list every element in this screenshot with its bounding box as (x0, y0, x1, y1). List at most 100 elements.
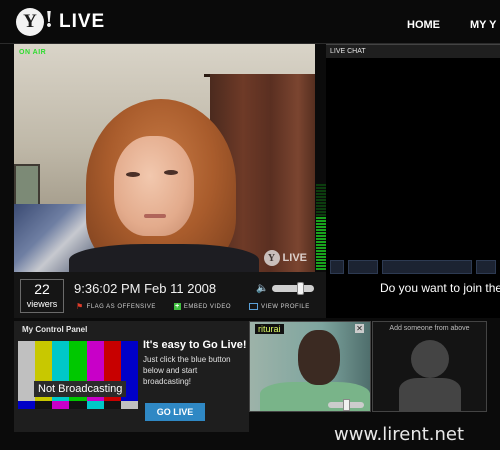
meter-segment (316, 205, 326, 207)
top-nav: HOME MY Y (407, 19, 500, 31)
speaker-icon[interactable]: 🔈 (256, 283, 268, 294)
viewer-label: viewers (26, 299, 58, 309)
live-chat-panel: LIVE CHAT Do you want to join the (326, 44, 500, 318)
guest-head (298, 330, 340, 385)
broadcast-video[interactable]: ON AIR Y LIVE (14, 44, 315, 272)
control-panel-title: My Control Panel (22, 325, 88, 334)
meter-segment (316, 238, 326, 240)
flag-offensive-link[interactable]: ⚑ FLAG AS OFFENSIVE (76, 302, 156, 311)
meter-segment (316, 232, 326, 234)
view-profile-link[interactable]: VIEW PROFILE (249, 302, 310, 311)
broadcast-timestamp: 9:36:02 PM Feb 11 2008 (74, 281, 217, 296)
meter-segment (316, 211, 326, 213)
color-bar-mid-4 (86, 401, 104, 409)
embed-video-link[interactable]: + EMBED VIDEO (173, 302, 232, 311)
color-bar-mid-2 (52, 401, 70, 409)
watermark-logo-icon: Y (263, 250, 280, 266)
meter-segment (316, 247, 326, 249)
eye-left (126, 172, 140, 177)
meter-segment (316, 199, 326, 201)
volume-slider[interactable] (272, 282, 315, 295)
mouth (144, 214, 166, 218)
guest-video[interactable]: riturai (249, 321, 371, 412)
color-bars-preview: Not Broadcasting (18, 341, 138, 429)
go-live-button[interactable]: GO LIVE (145, 403, 205, 421)
meter-segment (316, 190, 326, 192)
color-bar-mid-6 (120, 401, 138, 409)
volume-control[interactable]: 🔈 (256, 282, 315, 295)
meter-segment (316, 250, 326, 252)
meter-segment (316, 208, 326, 210)
logo-mark: Y (16, 8, 44, 36)
add-guest-label: Add someone from above (389, 325, 470, 332)
meter-segment (316, 193, 326, 195)
site-watermark: www.lirent.net (334, 424, 465, 445)
silhouette-head (411, 340, 449, 378)
meter-segment (316, 229, 326, 231)
chat-size-select[interactable] (348, 260, 378, 274)
meter-segment (316, 265, 326, 267)
meter-segment (316, 244, 326, 246)
color-bar-mid-0 (18, 401, 36, 409)
flag-icon: ⚑ (76, 302, 84, 311)
close-icon[interactable]: ✕ (355, 324, 364, 333)
video-watermark: Y LIVE (263, 250, 307, 266)
silhouette-body (399, 378, 461, 411)
meter-segment (316, 184, 326, 186)
footer-bar (0, 432, 249, 450)
meter-segment (316, 241, 326, 243)
logo-text: LIVE (59, 11, 106, 32)
on-air-label: ON AIR (19, 49, 47, 56)
yahoo-live-logo[interactable]: Y ! LIVE (16, 6, 106, 36)
join-chat-prompt[interactable]: Do you want to join the (380, 281, 500, 295)
meter-segment (316, 187, 326, 189)
chat-font-select[interactable] (382, 260, 472, 274)
guest-volume-knob[interactable] (343, 399, 350, 411)
color-bars-bottom (18, 409, 138, 429)
nav-home[interactable]: HOME (407, 19, 440, 31)
go-live-description: Just click the blue button below and sta… (143, 355, 231, 386)
plus-icon: + (173, 303, 181, 310)
color-bar-mid-3 (69, 401, 87, 409)
viewer-count-box: 22 viewers (20, 279, 64, 313)
color-bars-middle (18, 401, 138, 409)
video-actions: ⚑ FLAG AS OFFENSIVE + EMBED VIDEO VIEW P… (76, 302, 310, 311)
guest-volume-slider[interactable] (328, 399, 364, 411)
viewer-count: 22 (34, 281, 50, 297)
color-bar-top-0 (18, 341, 36, 401)
logo-bang: ! (45, 6, 53, 33)
meter-segment (316, 262, 326, 264)
meter-segment (316, 220, 326, 222)
profile-icon (249, 303, 259, 310)
meter-segment (316, 214, 326, 216)
color-bar-mid-5 (103, 401, 121, 409)
add-guest-slot[interactable]: Add someone from above (372, 321, 487, 412)
go-live-heading: It's easy to Go Live! (143, 339, 247, 351)
chat-controls (330, 260, 496, 274)
broadcaster-shirt (69, 244, 259, 272)
color-bar-mid-1 (35, 401, 53, 409)
broadcaster-face (114, 136, 194, 236)
meter-segment (316, 217, 326, 219)
eye-right (164, 170, 178, 175)
control-panel: My Control Panel Not Broadcasting It's e… (14, 321, 249, 432)
meter-segment (316, 226, 326, 228)
nav-my[interactable]: MY Y (470, 19, 500, 31)
embed-video-label: EMBED VIDEO (183, 303, 232, 310)
header: Y ! LIVE HOME MY Y (0, 0, 500, 44)
view-profile-label: VIEW PROFILE (261, 303, 310, 310)
volume-slider-knob[interactable] (297, 282, 305, 295)
wall-picture (14, 164, 40, 208)
meter-segment (316, 256, 326, 258)
meter-segment (316, 223, 326, 225)
chat-style-select[interactable] (476, 260, 496, 274)
audio-level-meter (316, 182, 326, 270)
chat-color-swatch[interactable] (330, 260, 344, 274)
watermark-text: LIVE (282, 252, 307, 264)
meter-segment (316, 253, 326, 255)
live-chat-title: LIVE CHAT (326, 44, 500, 58)
flag-offensive-label: FLAG AS OFFENSIVE (86, 303, 156, 310)
guest-username: riturai (255, 324, 284, 334)
meter-segment (316, 202, 326, 204)
broadcast-status: Not Broadcasting (34, 381, 127, 397)
